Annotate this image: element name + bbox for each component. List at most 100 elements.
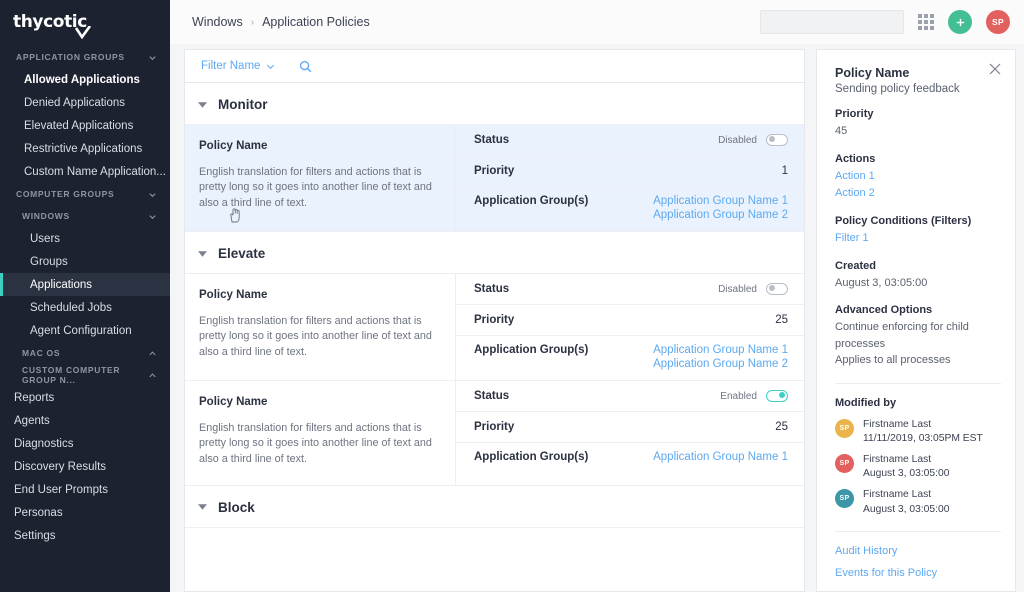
sidebar-item-label: Scheduled Jobs <box>30 301 112 314</box>
sidebar-item-users[interactable]: Users <box>0 227 170 250</box>
sidebar-item-restrictive-applications[interactable]: Restrictive Applications <box>0 137 170 160</box>
sidebar-item-label: Diagnostics <box>14 437 74 450</box>
priority-key: Priority <box>474 165 515 177</box>
grid-apps-icon[interactable] <box>918 14 934 30</box>
sidebar-group-windows[interactable]: WINDOWS <box>0 205 170 227</box>
detail-action-link[interactable]: Action 1 <box>835 168 1001 185</box>
detail-filter-link[interactable]: Filter 1 <box>835 230 1001 247</box>
sidebar-item-personas[interactable]: Personas <box>0 501 170 524</box>
user-avatar[interactable]: SP <box>986 10 1010 34</box>
detail-priority: Priority 45 <box>835 108 1001 140</box>
groups-key: Application Group(s) <box>474 195 589 207</box>
sidebar-item-reports[interactable]: Reports <box>0 386 170 409</box>
chevron-up-icon <box>148 349 157 358</box>
policy-priority-row: Priority 25 <box>456 412 804 443</box>
status-value: Disabled <box>718 283 788 295</box>
detail-title: Policy Name <box>835 66 910 80</box>
sidebar-item-agent-configuration[interactable]: Agent Configuration <box>0 319 170 342</box>
sidebar-item-diagnostics[interactable]: Diagnostics <box>0 432 170 455</box>
chevron-down-icon <box>148 212 157 221</box>
list-scrollbar[interactable] <box>800 83 804 591</box>
sidebar-item-elevated-applications[interactable]: Elevated Applications <box>0 114 170 137</box>
policy-list[interactable]: Monitor Policy Name English translation … <box>184 82 805 592</box>
sidebar-item-scheduled-jobs[interactable]: Scheduled Jobs <box>0 296 170 319</box>
detail-created-label: Created <box>835 259 876 272</box>
avatar: SP <box>835 418 854 438</box>
status-value: Enabled <box>720 390 788 402</box>
policy-description: English translation for filters and acti… <box>199 166 432 209</box>
sidebar-item-denied-applications[interactable]: Denied Applications <box>0 91 170 114</box>
sidebar-item-custom-name-application[interactable]: Custom Name Application... <box>0 160 170 183</box>
sidebar-item-settings[interactable]: Settings <box>0 524 170 547</box>
application-group-link[interactable]: Application Group Name 2 <box>653 358 788 370</box>
close-icon[interactable] <box>989 63 1001 75</box>
sidebar-group-computer-groups[interactable]: COMPUTER GROUPS <box>0 183 170 205</box>
policy-list-column: Filter Name Monitor Policy Name English … <box>184 49 805 592</box>
policy-status-row: Status Disabled <box>456 274 804 305</box>
brand-logo[interactable]: thycotic <box>0 0 170 44</box>
detail-advanced-option: Continue enforcing for child processes <box>835 321 969 350</box>
detail-action-link[interactable]: Action 2 <box>835 185 1001 202</box>
status-toggle[interactable] <box>766 283 788 295</box>
sidebar-item-agents[interactable]: Agents <box>0 409 170 432</box>
filter-name-dropdown[interactable]: Filter Name <box>201 60 275 72</box>
detail-actions-label: Actions <box>835 152 876 165</box>
application-group-link[interactable]: Application Group Name 1 <box>653 344 788 356</box>
status-toggle[interactable] <box>766 134 788 146</box>
sidebar-item-label: Users <box>30 232 61 245</box>
section-header-elevate[interactable]: Elevate <box>185 232 804 274</box>
events-for-policy-link[interactable]: Events for this Policy <box>835 567 1001 579</box>
audit-history-link[interactable]: Audit History <box>835 545 1001 557</box>
priority-value: 25 <box>775 421 788 433</box>
detail-priority-label: Priority <box>835 108 874 120</box>
section-header-block[interactable]: Block <box>185 486 804 528</box>
policy-priority-row: Priority 25 <box>456 305 804 336</box>
modifier-name: Firstname Last <box>863 418 932 430</box>
add-button[interactable] <box>948 10 972 34</box>
detail-advanced-options: Advanced Options Continue enforcing for … <box>835 304 1001 369</box>
modifier-date: August 3, 03:05:00 <box>863 468 950 480</box>
section-header-monitor[interactable]: Monitor <box>185 83 804 125</box>
groups-value: Application Group Name 1 <box>653 451 788 463</box>
sidebar-item-end-user-prompts[interactable]: End User Prompts <box>0 478 170 501</box>
chevron-down-icon <box>148 190 157 199</box>
policy-card[interactable]: Policy Name English translation for filt… <box>185 274 804 381</box>
section-title: Block <box>218 499 255 515</box>
sidebar-item-label: Elevated Applications <box>24 119 134 132</box>
application-group-link[interactable]: Application Group Name 1 <box>653 195 788 207</box>
logo-check-icon <box>74 26 91 39</box>
breadcrumb-item-windows[interactable]: Windows <box>192 15 243 29</box>
detail-divider <box>835 382 1001 384</box>
policy-card[interactable]: Policy Name English translation for filt… <box>185 125 804 232</box>
policy-description: English translation for filters and acti… <box>199 422 432 465</box>
chevron-up-icon <box>148 371 157 380</box>
search-input[interactable] <box>768 16 910 28</box>
sidebar-group-application-groups[interactable]: APPLICATION GROUPS <box>0 46 170 68</box>
breadcrumb-item-application-policies[interactable]: Application Policies <box>262 15 370 29</box>
avatar-initials: SP <box>992 17 1004 27</box>
sidebar-group-mac-os[interactable]: MAC OS <box>0 342 170 364</box>
filter-search-button[interactable] <box>299 60 312 73</box>
sidebar-group-custom-computer-group[interactable]: CUSTOM COMPUTER GROUP N... <box>0 364 170 386</box>
policy-groups-row: Application Group(s) Application Group N… <box>456 187 804 231</box>
status-toggle[interactable] <box>766 390 788 402</box>
priority-key: Priority <box>474 421 515 433</box>
policy-card[interactable]: Policy Name English translation for filt… <box>185 381 804 486</box>
application-group-link[interactable]: Application Group Name 1 <box>653 451 788 463</box>
detail-created: Created August 3, 03:05:00 <box>835 260 1001 292</box>
detail-created-value: August 3, 03:05:00 <box>835 276 928 289</box>
sidebar-item-discovery-results[interactable]: Discovery Results <box>0 455 170 478</box>
detail-modified-by: Modified by SP Firstname Last 11/11/2019… <box>835 397 1001 517</box>
policy-card-summary: Policy Name English translation for filt… <box>185 125 455 231</box>
policy-name: Policy Name <box>199 289 268 301</box>
application-group-link[interactable]: Application Group Name 2 <box>653 209 788 221</box>
global-search[interactable] <box>760 10 910 34</box>
policy-name: Policy Name <box>199 396 268 408</box>
sidebar-item-groups[interactable]: Groups <box>0 250 170 273</box>
sidebar-item-applications[interactable]: Applications <box>0 273 170 296</box>
status-key: Status <box>474 134 510 146</box>
detail-subtitle: Sending policy feedback <box>835 83 960 95</box>
detail-advanced-label: Advanced Options <box>835 304 933 317</box>
sidebar-item-label: Reports <box>14 391 55 404</box>
sidebar-item-allowed-applications[interactable]: Allowed Applications <box>0 68 170 91</box>
